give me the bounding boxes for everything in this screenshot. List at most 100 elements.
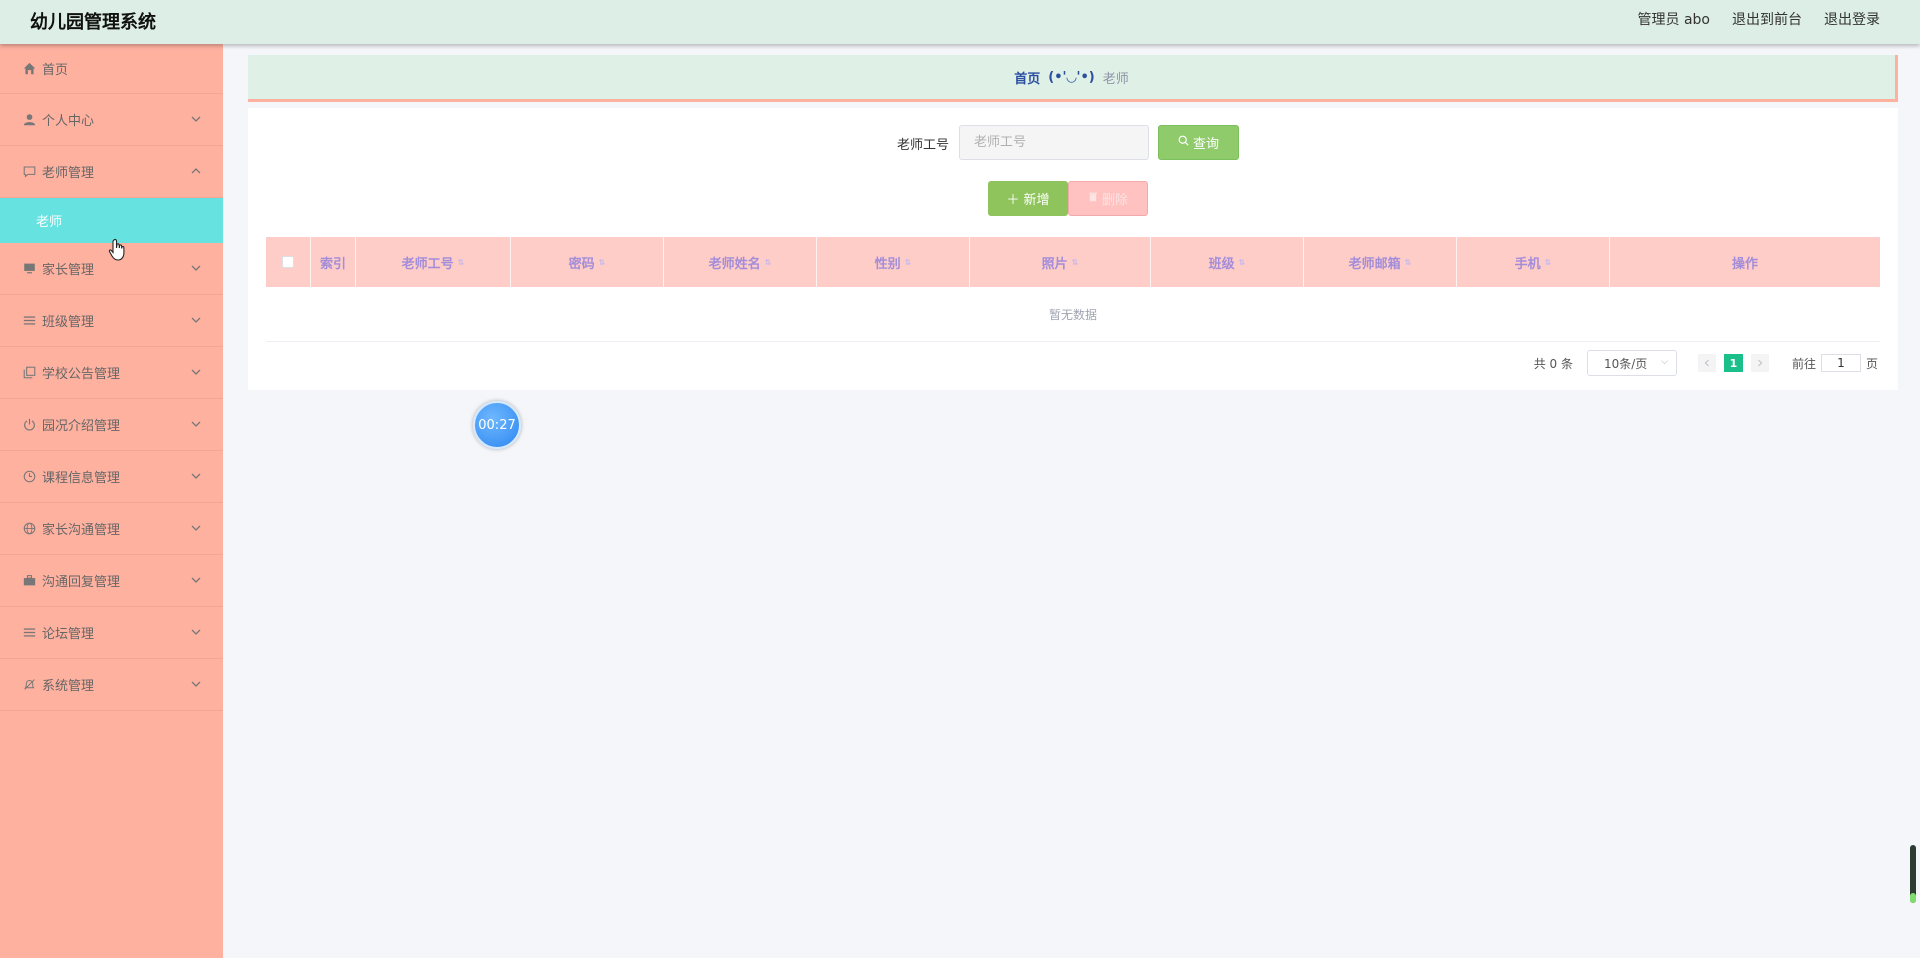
sort-icon[interactable]: ⇅: [905, 258, 912, 267]
chevron-down-icon: [191, 629, 201, 635]
teacher-table: 索引 老师工号 ⇅ 密码 ⇅ 老师姓名 ⇅ 性别 ⇅ 照片 ⇅ 班级 ⇅ 老师邮箱 ⇅ 手机 ⇅…: [266, 237, 1880, 342]
globe-icon: [22, 522, 36, 536]
app-title: 幼儿园管理系统: [30, 12, 156, 33]
sidebar-item-label: 园况介绍管理: [42, 419, 121, 434]
sidebar-item-communication-reply-management[interactable]: 沟通回复管理: [0, 555, 223, 607]
sidebar-subitem-label: 老师: [36, 215, 63, 230]
sort-icon[interactable]: ⇅: [1239, 258, 1246, 267]
hand-cursor-icon: [108, 238, 125, 261]
column-header-phone[interactable]: 手机 ⇅: [1457, 237, 1610, 287]
sidebar-item-label: 学校公告管理: [42, 367, 121, 382]
logout-link[interactable]: 退出登录: [1824, 9, 1880, 29]
list-icon: [22, 626, 36, 640]
chevron-down-icon: [191, 265, 201, 271]
plus-icon: ＋: [1006, 193, 1020, 208]
bell-off-icon: [22, 678, 36, 692]
add-button[interactable]: ＋ 新增: [988, 181, 1068, 216]
teacher-id-search-input[interactable]: [959, 125, 1149, 160]
page-size-select[interactable]: 10条/页 ⌵: [1586, 350, 1677, 376]
clock-icon: [22, 470, 36, 484]
column-header-actions: 操作: [1731, 256, 1758, 272]
column-header-teacher-name[interactable]: 老师姓名 ⇅: [664, 237, 817, 287]
sidebar-item-forum-management[interactable]: 论坛管理: [0, 607, 223, 659]
sort-icon[interactable]: ⇅: [1405, 258, 1412, 267]
sidebar-item-label: 论坛管理: [42, 627, 95, 642]
chevron-down-icon: [191, 421, 201, 427]
sidebar-item-label: 班级管理: [42, 315, 95, 330]
sidebar-item-label: 系统管理: [42, 679, 95, 694]
page-size-value: 10条/页: [1603, 356, 1648, 371]
sidebar-subitem-teacher[interactable]: 老师: [0, 198, 223, 243]
chevron-down-icon: [191, 473, 201, 479]
exit-to-front-link[interactable]: 退出到前台: [1732, 9, 1802, 29]
chevron-right-icon: [1758, 359, 1763, 367]
empty-text: 暂无数据: [1048, 307, 1097, 322]
chevron-down-icon: [191, 116, 201, 122]
sidebar-item-teacher-management[interactable]: 老师管理: [0, 146, 223, 198]
timer-bubble[interactable]: 00:27: [473, 401, 521, 449]
sidebar-item-school-notice-management[interactable]: 学校公告管理: [0, 347, 223, 399]
monitor-icon: [22, 262, 36, 276]
sidebar-item-parent-communication-management[interactable]: 家长沟通管理: [0, 503, 223, 555]
empty-state-row: 暂无数据: [266, 287, 1880, 342]
sort-icon[interactable]: ⇅: [599, 258, 606, 267]
sidebar-item-personal-center[interactable]: 个人中心: [0, 94, 223, 146]
chevron-down-icon: [191, 317, 201, 323]
column-header-password[interactable]: 密码 ⇅: [511, 237, 664, 287]
sidebar-item-course-info-management[interactable]: 课程信息管理: [0, 451, 223, 503]
sort-icon[interactable]: ⇅: [765, 258, 772, 267]
sidebar-item-system-management[interactable]: 系统管理: [0, 659, 223, 711]
column-header-photo[interactable]: 照片 ⇅: [970, 237, 1151, 287]
sidebar-item-label: 个人中心: [42, 114, 95, 129]
goto-suffix: 页: [1865, 356, 1878, 371]
goto-prefix: 前往: [1791, 356, 1816, 371]
chevron-down-icon: ⌵: [1661, 357, 1668, 367]
column-header-teacher-id[interactable]: 老师工号 ⇅: [356, 237, 511, 287]
sort-icon[interactable]: ⇅: [1072, 258, 1079, 267]
table-header: 索引 老师工号 ⇅ 密码 ⇅ 老师姓名 ⇅ 性别 ⇅ 照片 ⇅ 班级 ⇅ 老师邮箱 ⇅ 手机 ⇅…: [266, 237, 1880, 287]
briefcase-icon: [22, 574, 36, 588]
content-panel: 老师工号 查询 ＋ 新增 删除 索引 老师工号⇅ 密码⇅ 老师姓名⇅ 性别⇅ 照…: [248, 108, 1898, 390]
column-header-teacher-email[interactable]: 老师邮箱 ⇅: [1304, 237, 1457, 287]
sidebar-item-home[interactable]: 首页: [0, 44, 223, 94]
trash-icon: [1088, 191, 1098, 206]
scrollbar-thumb[interactable]: [1910, 845, 1916, 903]
chevron-down-icon: [191, 369, 201, 375]
sidebar: 首页 个人中心 老师管理 老师 家长管理 班级管理 学校公告管理 园况介绍管理 …: [0, 44, 223, 958]
prev-page-button[interactable]: [1697, 354, 1716, 372]
query-button-label: 查询: [1192, 137, 1219, 152]
sidebar-item-label: 家长管理: [42, 263, 95, 278]
goto-page-input[interactable]: 1: [1820, 354, 1861, 372]
sidebar-item-class-management[interactable]: 班级管理: [0, 295, 223, 347]
breadcrumb-current: 老师: [1102, 71, 1129, 87]
chat-icon: [22, 165, 36, 179]
column-header-class[interactable]: 班级 ⇅: [1151, 237, 1304, 287]
column-header-index: 索引: [311, 237, 356, 287]
sort-icon[interactable]: ⇅: [458, 258, 465, 267]
breadcrumb: 首页 (•'◡'•) 老师: [248, 55, 1898, 99]
delete-button[interactable]: 删除: [1068, 181, 1148, 216]
sidebar-item-label: 老师管理: [42, 166, 95, 181]
breadcrumb-separator: (•'◡'•): [1048, 69, 1095, 85]
next-page-button[interactable]: [1750, 354, 1769, 372]
sidebar-item-label: 家长沟通管理: [42, 523, 121, 538]
column-header-gender[interactable]: 性别 ⇅: [817, 237, 970, 287]
sort-icon[interactable]: ⇅: [1545, 258, 1552, 267]
query-button[interactable]: 查询: [1158, 125, 1239, 160]
sidebar-item-label: 沟通回复管理: [42, 575, 121, 590]
pagination: 共 0 条 10条/页 ⌵ 1 前往 1 页: [1534, 350, 1878, 376]
power-icon: [22, 418, 36, 432]
chevron-down-icon: [191, 525, 201, 531]
search-icon: [1178, 135, 1189, 150]
page-number-current[interactable]: 1: [1723, 354, 1743, 372]
top-header: 幼儿园管理系统 管理员 abo 退出到前台 退出登录: [0, 0, 1920, 44]
sidebar-item-kindergarten-intro-management[interactable]: 园况介绍管理: [0, 399, 223, 451]
breadcrumb-home[interactable]: 首页: [1014, 68, 1040, 87]
select-all-checkbox[interactable]: [282, 256, 294, 268]
copy-icon: [22, 366, 36, 380]
delete-button-label: 删除: [1101, 193, 1128, 208]
chevron-left-icon: [1704, 359, 1709, 367]
search-label: 老师工号: [897, 138, 950, 153]
add-button-label: 新增: [1023, 193, 1050, 208]
admin-label: 管理员 abo: [1637, 12, 1710, 28]
